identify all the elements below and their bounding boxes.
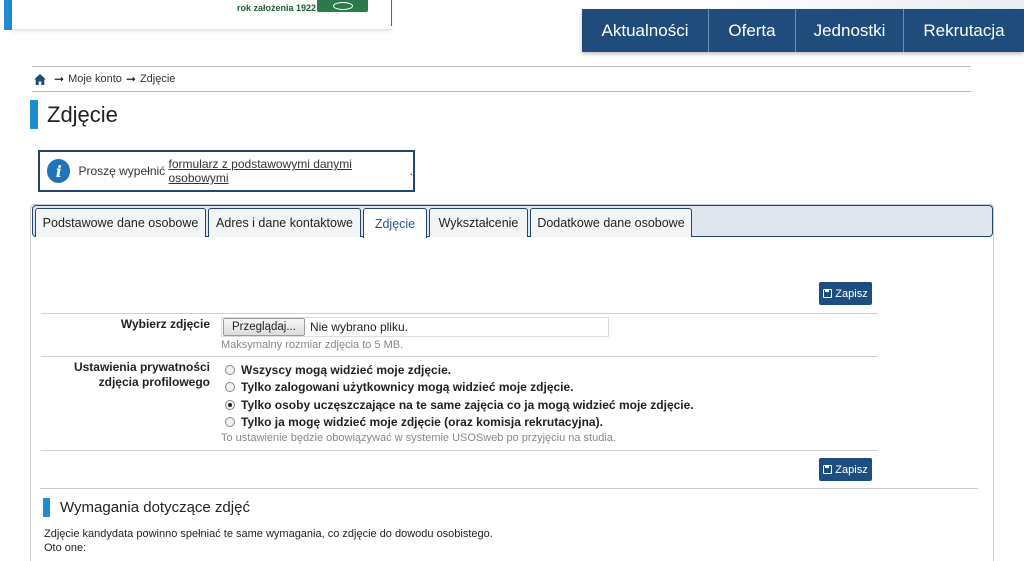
- requirements-text: Oto one:: [44, 542, 87, 554]
- file-status-text: Nie wybrano pliku.: [309, 320, 408, 334]
- privacy-option-label: Tylko osoby uczęszczające na te same zaj…: [241, 397, 694, 412]
- requirements-title: Wymagania dotyczące zdjęć: [60, 499, 250, 516]
- save-disk-icon: [823, 465, 833, 474]
- browse-button[interactable]: Przeglądaj...: [223, 318, 305, 336]
- page: rok założenia 1922 Aktualności Oferta Je…: [0, 0, 1024, 561]
- privacy-option-label: Wszyscy mogą widzieć moje zdjęcie.: [241, 362, 452, 377]
- requirements-text: Zdjęcie kandydata powinno spełniać te sa…: [44, 528, 493, 540]
- privacy-option-logged-in[interactable]: Tylko zalogowani użytkownicy mogą widzie…: [225, 379, 574, 394]
- save-button-top[interactable]: Zapisz: [819, 282, 872, 305]
- privacy-option-everyone[interactable]: Wszyscy mogą widzieć moje zdjęcie.: [225, 362, 451, 377]
- breadcrumb-top-rule: [32, 66, 971, 67]
- requirements-divider: [40, 488, 978, 489]
- header-divider: [391, 0, 392, 26]
- requirements-accent-bar: [43, 498, 50, 517]
- tab-dodatkowe-dane[interactable]: Dodatkowe dane osobowe: [530, 208, 692, 237]
- radio-button[interactable]: [225, 364, 235, 375]
- nav-item-rekrutacja[interactable]: Rekrutacja: [904, 9, 1024, 52]
- photo-field-label: Wybierz zdjęcie: [120, 317, 210, 331]
- tab-adres[interactable]: Adres i dane kontaktowe: [208, 208, 361, 237]
- save-button-label: Zapisz: [835, 463, 868, 476]
- breadcrumb-arrow-icon: ➞: [125, 72, 136, 86]
- tab-zdjecie[interactable]: Zdjęcie: [363, 208, 427, 238]
- nav-item-jednostki[interactable]: Jednostki: [796, 9, 904, 52]
- photo-size-hint: Maksymalny rozmiar zdjęcia to 5 MB.: [221, 339, 404, 351]
- form-divider: [41, 450, 878, 451]
- privacy-option-only-me[interactable]: Tylko ja mogę widzieć moje zdjęcie (oraz…: [225, 414, 603, 429]
- breadcrumb: ➞ Moje konto ➞ Zdjęcie: [34, 72, 175, 86]
- tab-podstawowe-dane[interactable]: Podstawowe dane osobowe: [35, 208, 206, 237]
- save-button-bottom[interactable]: Zapisz: [819, 458, 872, 481]
- privacy-hint: To ustawienie będzie obowiązywać w syste…: [221, 432, 616, 444]
- breadcrumb-moje-konto[interactable]: Moje konto: [68, 73, 122, 85]
- tab-wyksztalcenie[interactable]: Wykształcenie: [429, 208, 528, 237]
- photo-file-input[interactable]: Przeglądaj... Nie wybrano pliku.: [221, 317, 609, 337]
- privacy-option-label: Tylko zalogowani użytkownicy mogą widzie…: [241, 379, 574, 394]
- breadcrumb-arrow-icon: ➞: [54, 72, 65, 86]
- info-text-suffix: .: [409, 164, 413, 178]
- nav-item-aktualnosci[interactable]: Aktualności: [582, 9, 709, 52]
- radio-button[interactable]: [225, 381, 235, 392]
- info-icon: i: [47, 159, 71, 183]
- info-text-prefix: Proszę wypełnić: [78, 164, 169, 178]
- breadcrumb-bottom-rule: [32, 91, 971, 92]
- logo-emblem-icon[interactable]: [317, 0, 368, 12]
- privacy-option-label: Tylko ja mogę widzieć moje zdjęcie (oraz…: [241, 414, 603, 429]
- save-button-label: Zapisz: [835, 287, 868, 300]
- home-icon[interactable]: [34, 73, 46, 85]
- privacy-field-label: Ustawienia prywatności zdjęcia profilowe…: [50, 360, 210, 390]
- title-accent-bar: [30, 100, 38, 129]
- page-title: Zdjęcie: [47, 102, 118, 127]
- form-divider: [41, 313, 878, 314]
- privacy-option-same-classes[interactable]: Tylko osoby uczęszczające na te same zaj…: [225, 397, 694, 412]
- main-nav: Aktualności Oferta Jednostki Rekrutacja: [582, 9, 1024, 52]
- info-message: i Proszę wypełnić formularz z podstawowy…: [38, 150, 415, 192]
- privacy-label-line-1: Ustawienia prywatności: [73, 360, 210, 374]
- breadcrumb-current: Zdjęcie: [139, 73, 176, 85]
- radio-button[interactable]: [225, 416, 235, 427]
- header-accent-bar: [4, 0, 12, 30]
- radio-button-selected[interactable]: [225, 399, 235, 410]
- form-divider: [41, 356, 878, 357]
- logo-tagline: rok założenia 1922: [237, 3, 317, 13]
- privacy-label-line-2: zdjęcia profilowego: [98, 375, 210, 389]
- save-disk-icon: [823, 289, 833, 298]
- nav-item-oferta[interactable]: Oferta: [709, 9, 796, 52]
- personal-data-form-link[interactable]: formularz z podstawowymi danymi osobowym…: [169, 157, 410, 185]
